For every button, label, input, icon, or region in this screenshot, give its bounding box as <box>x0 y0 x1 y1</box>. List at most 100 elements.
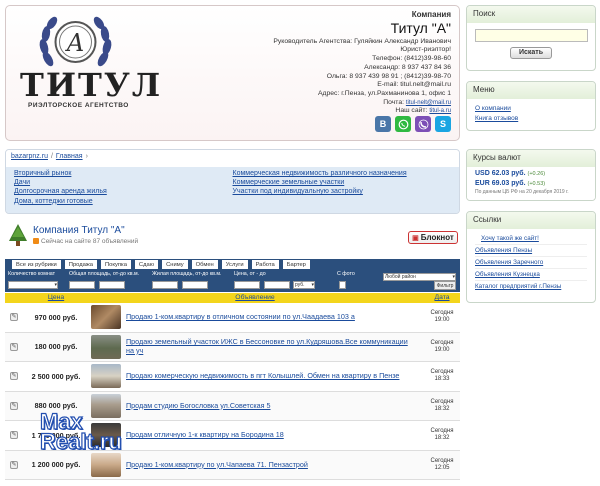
menu-item-reviews[interactable]: Книга отзывов <box>475 114 587 124</box>
row-price: 1 200 000 руб. <box>31 460 81 470</box>
row-title[interactable]: Продаю 1-ком.квартиру по ул.Чапаева 71. … <box>126 460 424 470</box>
svg-text:A: A <box>65 29 84 57</box>
category-link[interactable]: Дома, коттеджи готовые <box>14 198 233 206</box>
filter-button[interactable]: Фильтр <box>434 281 456 290</box>
email-line: E-mail: titul.nelt@mail.ru <box>377 81 451 89</box>
usd-code: USD <box>475 170 490 177</box>
date-column-header[interactable]: Дата <box>424 293 460 303</box>
site-line: Наш сайт: titul-a.ru <box>151 107 451 116</box>
row-date-day: Сегодня <box>430 310 454 317</box>
living-area-label: Жилая площадь, от-до кв.м. <box>152 271 222 277</box>
tab-barter[interactable]: Бартер <box>281 259 311 269</box>
category-link[interactable]: Коммерческая недвижимость различного наз… <box>233 170 452 178</box>
usd-value: 62.03 руб. <box>491 170 526 177</box>
listing-photo[interactable] <box>91 305 121 330</box>
usd-rate: USD 62.03 руб. (+0.26) <box>475 169 587 179</box>
living-area-from-input[interactable] <box>152 281 178 289</box>
table-row[interactable]: ✎ 2 500 000 руб. Продаю комерческую недв… <box>5 362 460 392</box>
price-from-input[interactable] <box>234 281 260 289</box>
row-title[interactable]: Продаю комерческую недвижимость в пгт Ко… <box>126 371 424 381</box>
rss-icon[interactable] <box>33 238 39 244</box>
category-column-right: Коммерческая недвижимость различного наз… <box>233 170 452 212</box>
company-contacts: Компания Титул "А" Руководитель Агентств… <box>151 10 451 116</box>
search-button[interactable]: Искать <box>510 47 552 59</box>
pin-icon[interactable]: ✎ <box>10 460 18 469</box>
phone-alexander: Александр: 8 937 437 84 36 <box>364 63 451 71</box>
pin-icon[interactable]: ✎ <box>10 313 18 322</box>
pin-icon[interactable]: ✎ <box>10 372 18 381</box>
address-line: Адрес: г.Пенза, ул.Рахманинова 1, офис 1 <box>318 89 451 97</box>
menu-item-about[interactable]: О компании <box>475 104 587 114</box>
vk-icon[interactable]: В <box>375 116 391 132</box>
breadcrumb-site[interactable]: bazarpnz.ru <box>11 153 48 160</box>
total-area-from-input[interactable] <box>69 281 95 289</box>
tab-work[interactable]: Работа <box>250 259 280 269</box>
category-list: Вторичный рынок Дачи Долгосрочная аренда… <box>6 167 459 213</box>
table-row[interactable]: ✎ 970 000 руб. Продаю 1-ком.квартиру в о… <box>5 303 460 333</box>
title-column-header[interactable]: Объявление <box>86 293 424 303</box>
tab-all[interactable]: Все из рубрики <box>11 259 62 269</box>
link-penza-ads[interactable]: Объявления Пензы <box>475 245 587 257</box>
currency-value: руб. <box>295 282 305 288</box>
row-date: Сегодня 18:32 <box>424 399 460 413</box>
photo-checkbox[interactable] <box>339 281 346 289</box>
row-date-time: 18:32 <box>434 405 450 412</box>
row-title[interactable]: Продаю 1-ком.квартиру в отличном состоян… <box>126 312 424 322</box>
price-to-input[interactable] <box>264 281 290 289</box>
skype-icon[interactable]: S <box>435 116 451 132</box>
row-title[interactable]: Продаю земельный участок ИЖС в Бессоновк… <box>126 338 424 355</box>
total-area-to-input[interactable] <box>99 281 125 289</box>
row-title[interactable]: Продам отличную 1-к квартиру на Бородина… <box>126 430 424 440</box>
pin-icon[interactable]: ✎ <box>10 342 18 351</box>
listing-photo[interactable] <box>91 364 121 389</box>
position-line: Юрист-риэлтор! <box>400 46 451 54</box>
listing-photo[interactable] <box>91 334 121 359</box>
breadcrumb-home[interactable]: Главная <box>56 153 83 160</box>
currency-rates-box: Курсы валют USD 62.03 руб. (+0.26) EUR 6… <box>466 149 596 201</box>
links-box: Ссылки Хочу такой же сайт! Объявления Пе… <box>466 211 596 303</box>
row-date-day: Сегодня <box>430 457 454 464</box>
listing-photo[interactable] <box>91 452 121 477</box>
rooms-select[interactable]: ▾ <box>8 281 58 289</box>
link-own-site[interactable]: Хочу такой же сайт! <box>475 233 587 245</box>
pin-icon[interactable]: ✎ <box>10 431 18 440</box>
tab-rent-out[interactable]: Сдаю <box>133 259 160 269</box>
table-row[interactable]: ✎ 1 200 000 руб. Продаю 1-ком.квартиру п… <box>5 450 460 480</box>
viber-icon[interactable] <box>415 116 431 132</box>
price-column-header[interactable]: Цена <box>26 293 86 303</box>
category-link[interactable]: Коммерческие земельные участки <box>233 179 452 187</box>
pin-icon[interactable]: ✎ <box>10 401 18 410</box>
link-catalog[interactable]: Каталог предприятий г.Пензы <box>475 281 587 292</box>
company-name: Титул "А" <box>390 19 451 36</box>
tab-exchange[interactable]: Обмен <box>190 259 219 269</box>
currency-select[interactable]: руб. ▾ <box>293 281 315 289</box>
living-area-to-input[interactable] <box>182 281 208 289</box>
row-price: 2 500 000 руб. <box>31 371 81 381</box>
table-row[interactable]: ✎ 180 000 руб. Продаю земельный участок … <box>5 332 460 362</box>
category-link[interactable]: Участки под индивидуальную застройку <box>233 188 452 196</box>
notebook-button[interactable]: ▣ Блокнот <box>408 231 458 244</box>
link-kuznetsk-ads[interactable]: Объявления Кузнецка <box>475 269 587 281</box>
link-zarechny-ads[interactable]: Объявления Заречного <box>475 257 587 269</box>
row-title[interactable]: Продам студию Богословка ул.Советская 5 <box>126 401 424 411</box>
tab-buy[interactable]: Покупка <box>100 259 132 269</box>
mail-link[interactable]: titul-nelt@mail.ru <box>406 100 451 106</box>
tab-sale[interactable]: Продажа <box>63 259 98 269</box>
listing-tabs: Все из рубрики Продажа Покупка Сдаю Сним… <box>5 259 460 269</box>
tab-services[interactable]: Услуги <box>220 259 249 269</box>
whatsapp-icon[interactable] <box>395 116 411 132</box>
district-select[interactable]: Любой район ▾ <box>383 273 456 281</box>
search-input[interactable] <box>475 29 588 42</box>
company-title: Компания Титул "А" <box>33 225 125 236</box>
category-link[interactable]: Долгосрочная аренда жилья <box>14 188 233 196</box>
mail-label: Почта: <box>383 98 404 106</box>
row-date: Сегодня 18:33 <box>424 369 460 383</box>
site-link[interactable]: titul-a.ru <box>429 108 451 114</box>
category-column-left: Вторичный рынок Дачи Долгосрочная аренда… <box>14 170 233 212</box>
category-link[interactable]: Дачи <box>14 179 233 187</box>
watermark: Max Realt.ru <box>39 410 122 453</box>
tab-rent[interactable]: Сниму <box>161 259 189 269</box>
category-link[interactable]: Вторичный рынок <box>14 170 233 178</box>
site-label: Наш сайт: <box>395 107 428 115</box>
row-price: 970 000 руб. <box>34 312 78 322</box>
